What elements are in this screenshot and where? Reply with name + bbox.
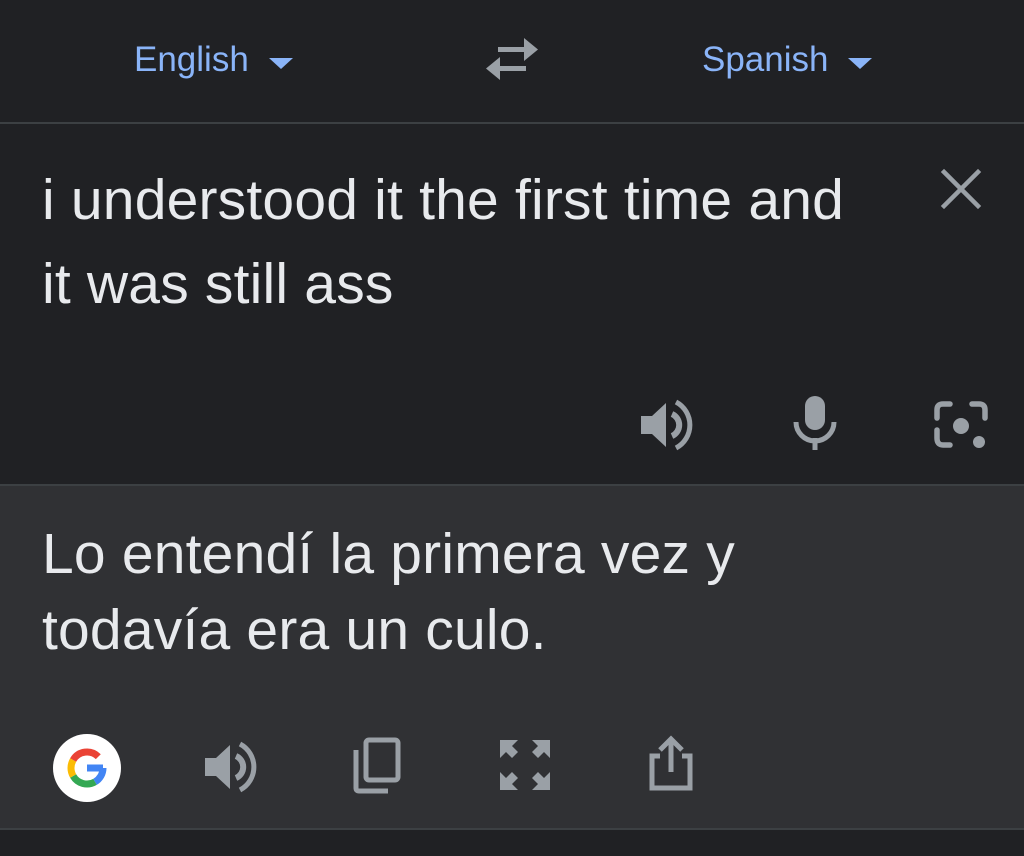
- swap-arrows-icon: [486, 38, 538, 80]
- source-language-selector[interactable]: English: [134, 38, 293, 82]
- listen-source-button[interactable]: [638, 396, 696, 454]
- clear-text-button[interactable]: [938, 166, 984, 212]
- bottom-strip: [0, 830, 1024, 856]
- camera-lens-icon: [934, 401, 988, 448]
- source-panel: i understood it the first time and it wa…: [0, 124, 1024, 484]
- speaker-icon: [205, 741, 257, 793]
- target-language-selector[interactable]: Spanish: [702, 38, 873, 82]
- target-language-label: Spanish: [702, 40, 829, 79]
- source-text-input[interactable]: i understood it the first time and it wa…: [42, 158, 882, 326]
- copy-button[interactable]: [348, 736, 406, 794]
- fullscreen-button[interactable]: [496, 736, 554, 794]
- source-chevron-down-icon: [268, 57, 293, 69]
- fullscreen-icon: [500, 740, 550, 790]
- listen-translation-button[interactable]: [202, 738, 260, 796]
- target-chevron-down-icon: [848, 57, 873, 69]
- google-logo: [67, 748, 107, 788]
- translation-text: Lo entendí la primera vez y todavía era …: [42, 522, 735, 662]
- microphone-button[interactable]: [786, 394, 844, 452]
- close-icon: [940, 168, 982, 210]
- microphone-icon: [793, 396, 837, 450]
- translation-panel: Lo entendí la primera vez y todavía era …: [0, 486, 1024, 828]
- google-logo-button[interactable]: [53, 734, 121, 802]
- swap-languages-button[interactable]: [484, 36, 540, 82]
- language-bar: English Spanish: [0, 0, 1024, 122]
- camera-button[interactable]: [932, 396, 990, 454]
- speaker-icon: [641, 399, 693, 451]
- source-language-label: English: [134, 40, 249, 79]
- share-button[interactable]: [642, 734, 700, 792]
- share-icon: [649, 735, 693, 791]
- translate-app: English Spanish i understood it the firs…: [0, 0, 1024, 856]
- copy-icon: [353, 737, 401, 794]
